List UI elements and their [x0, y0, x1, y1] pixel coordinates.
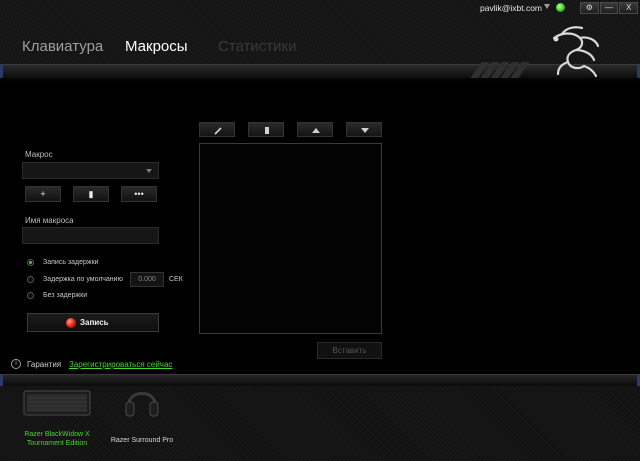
tab-macros[interactable]: Макросы: [125, 38, 188, 55]
info-icon: i: [11, 359, 21, 369]
device-headset-name: Razer Surround Pro: [102, 436, 182, 445]
delete-icon: [265, 127, 269, 134]
close-button[interactable]: X: [619, 2, 639, 14]
edit-icon: [214, 127, 222, 135]
window-controls: ⚙ — X: [580, 2, 639, 14]
radio-default-delay[interactable]: [27, 276, 34, 283]
footer-band: [0, 374, 640, 386]
add-macro-button[interactable]: +: [25, 186, 61, 202]
headset-icon: [125, 392, 159, 417]
radio-no-delay[interactable]: [27, 292, 34, 299]
device-bar: Razer BlackWidow X Tournament Edition Ra…: [0, 386, 640, 461]
radio-no-delay-label: Без задержки: [43, 292, 88, 299]
account-email[interactable]: pavlik@ixbt.com: [480, 3, 542, 13]
more-options-button[interactable]: •••: [121, 186, 157, 202]
delay-unit-label: СЕК: [169, 276, 183, 283]
device-headset[interactable]: Razer Surround Pro: [102, 386, 182, 456]
account-dropdown-icon[interactable]: [544, 4, 550, 9]
settings-button[interactable]: ⚙: [580, 2, 599, 14]
macro-name-input[interactable]: [22, 227, 159, 244]
move-down-icon: [361, 128, 369, 133]
delete-event-button[interactable]: [248, 122, 284, 137]
device-name-line: Razer Surround Pro: [110, 437, 174, 444]
device-keyboard-name: Razer BlackWidow X Tournament Edition: [16, 430, 98, 448]
record-button[interactable]: Запись: [27, 313, 159, 332]
razer-logo-icon: [552, 26, 600, 78]
default-delay-input[interactable]: 0.000: [130, 272, 164, 287]
device-keyboard[interactable]: Razer BlackWidow X Tournament Edition: [16, 386, 98, 456]
record-icon: [66, 318, 76, 328]
edit-event-button[interactable]: [199, 122, 235, 137]
radio-record-delay-label: Запись задержки: [43, 259, 99, 266]
move-down-button[interactable]: [346, 122, 382, 137]
delete-macro-button[interactable]: ▮: [73, 186, 109, 202]
device-name-line: Razer BlackWidow X: [24, 431, 90, 438]
radio-default-delay-label: Задержка по умолчанию: [43, 276, 123, 283]
header: pavlik@ixbt.com ⚙ — X Клавиатура Макросы…: [0, 0, 640, 84]
macro-select[interactable]: [22, 162, 159, 179]
insert-button[interactable]: Вставить: [317, 342, 382, 359]
tab-keyboard[interactable]: Клавиатура: [22, 38, 103, 55]
move-up-icon: [312, 128, 320, 133]
warranty-label: Гарантия: [27, 360, 62, 369]
keyboard-icon: [23, 390, 91, 416]
edge-accent: [0, 64, 3, 78]
device-name-line: Tournament Edition: [26, 440, 88, 447]
register-now-link[interactable]: Зарегистрироваться сейчас: [69, 360, 172, 369]
macro-label: Макрос: [25, 150, 53, 159]
synapse-window: pavlik@ixbt.com ⚙ — X Клавиатура Макросы…: [0, 0, 640, 461]
minimize-button[interactable]: —: [599, 2, 619, 14]
tab-statistics[interactable]: Статистики: [218, 38, 297, 55]
move-up-button[interactable]: [297, 122, 333, 137]
online-status-icon: [556, 3, 565, 12]
chevron-down-icon: [146, 169, 152, 173]
radio-record-delay[interactable]: [27, 259, 34, 266]
macro-name-label: Имя макроса: [25, 216, 74, 225]
record-button-label: Запись: [80, 318, 109, 327]
macro-event-list[interactable]: [199, 143, 382, 334]
